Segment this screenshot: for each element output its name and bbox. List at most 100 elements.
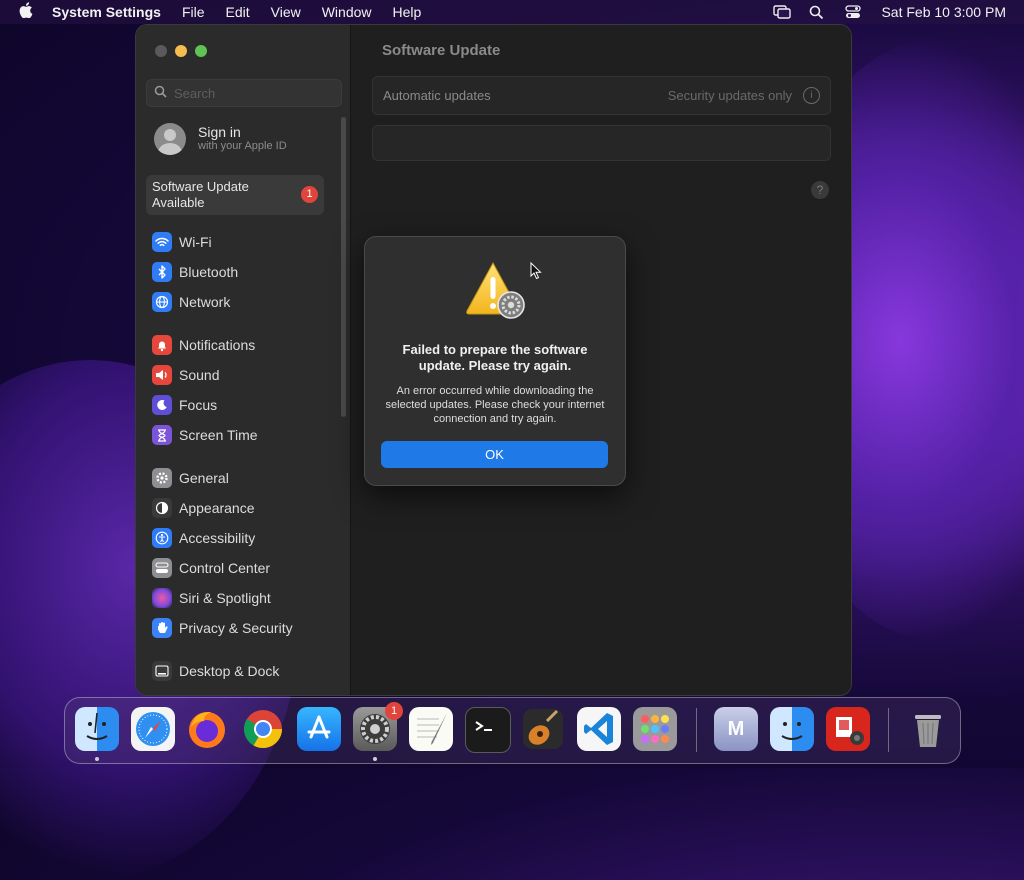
automatic-updates-row[interactable]: Automatic updates Security updates only … (372, 76, 831, 115)
sidebar-item-label: Siri & Spotlight (179, 590, 271, 606)
apple-id-signin[interactable]: Sign in with your Apple ID (154, 123, 344, 163)
photo-booth-dock-icon[interactable] (826, 707, 870, 751)
sidebar-item-siri-spotlight[interactable]: Siri & Spotlight (152, 587, 332, 609)
garageband-dock-icon[interactable] (521, 707, 565, 751)
warning-icon (463, 261, 527, 319)
dock: 1 M (64, 697, 961, 764)
mouse-cursor-icon (530, 261, 542, 285)
signin-subtitle: with your Apple ID (198, 140, 287, 152)
m-app-dock-icon[interactable]: M (714, 707, 758, 751)
firefox-dock-icon[interactable] (185, 707, 229, 751)
app-store-dock-icon[interactable] (297, 707, 341, 751)
sidebar-item-label: Accessibility (179, 530, 256, 546)
avatar (154, 123, 186, 155)
info-icon[interactable]: i (803, 87, 820, 104)
error-alert-dialog: Failed to prepare the software update. P… (364, 236, 626, 486)
sidebar-item-label: General (179, 470, 229, 486)
minimize-window-button[interactable] (175, 45, 187, 57)
sidebar-item-label: Bluetooth (179, 264, 239, 280)
running-indicator (373, 757, 377, 761)
update-status-panel (372, 125, 831, 161)
menu-edit[interactable]: Edit (226, 4, 250, 20)
finder-window-dock-icon[interactable] (770, 707, 814, 751)
sidebar-item-label: Appearance (179, 500, 255, 516)
sidebar-item-appearance[interactable]: Appearance (152, 497, 332, 519)
sidebar-item-bluetooth[interactable]: Bluetooth (152, 261, 332, 283)
signin-title: Sign in (198, 124, 241, 140)
sidebar-item-label: Control Center (179, 560, 271, 576)
close-window-button[interactable] (155, 45, 167, 57)
sidebar-item-software-update-available[interactable]: Software Update Available 1 (146, 175, 324, 215)
trash-dock-icon[interactable] (906, 707, 950, 751)
help-button[interactable]: ? (811, 181, 829, 199)
sidebar-item-notifications[interactable]: Notifications (152, 334, 332, 356)
page-title: Software Update (382, 42, 501, 59)
appearance-icon (152, 498, 172, 518)
dock-separator (888, 708, 889, 752)
apple-menu-icon[interactable] (18, 2, 34, 22)
menu-clock[interactable]: Sat Feb 10 3:00 PM (881, 4, 1006, 20)
sidebar-item-label: Network (179, 294, 231, 310)
sidebar-item-label: Desktop & Dock (179, 663, 280, 679)
sidebar-item-focus[interactable]: Focus (152, 394, 332, 416)
hand-icon (152, 618, 172, 638)
sidebar-scrollbar[interactable] (341, 117, 346, 417)
sidebar-item-accessibility[interactable]: Accessibility (152, 527, 332, 549)
hourglass-icon (152, 425, 172, 445)
m-app-letter: M (727, 718, 745, 740)
desktop-dock-icon (152, 661, 172, 681)
sidebar-item-label: Screen Time (179, 427, 258, 443)
textedit-dock-icon[interactable] (409, 707, 453, 751)
sidebar-item-label: Wi-Fi (179, 234, 212, 250)
sidebar-item-sound[interactable]: Sound (152, 364, 332, 386)
menu-window[interactable]: Window (322, 4, 372, 20)
sidebar-item-desktop-dock[interactable]: Desktop & Dock (152, 660, 332, 682)
alert-title: Failed to prepare the software update. P… (402, 342, 588, 373)
screen-mirroring-icon[interactable] (773, 5, 792, 19)
sidebar-item-label: Privacy & Security (179, 620, 293, 636)
sidebar-item-screen-time[interactable]: Screen Time (152, 424, 332, 446)
sidebar-item-wifi[interactable]: Wi-Fi (152, 231, 332, 253)
sidebar-item-general[interactable]: General (152, 467, 332, 489)
spotlight-search-icon[interactable] (809, 5, 825, 20)
automatic-updates-label: Automatic updates (383, 88, 491, 103)
vscode-dock-icon[interactable] (577, 707, 621, 751)
sidebar-item-network[interactable]: Network (152, 291, 332, 313)
settings-dock-badge: 1 (385, 702, 403, 720)
speaker-icon (152, 365, 172, 385)
sidebar-item-control-center[interactable]: Control Center (152, 557, 332, 579)
running-indicator (95, 757, 99, 761)
moon-icon (152, 395, 172, 415)
search-icon (154, 85, 167, 101)
sidebar-item-label: Notifications (179, 337, 256, 353)
terminal-dock-icon[interactable] (465, 707, 511, 753)
finder-dock-icon[interactable] (75, 707, 119, 751)
ok-button[interactable]: OK (381, 441, 608, 468)
sidebar-item-label: Focus (179, 397, 218, 413)
software-update-available-label: Software Update Available (152, 179, 249, 210)
menu-file[interactable]: File (182, 4, 205, 20)
notifications-bell-icon (152, 335, 172, 355)
gear-icon (152, 468, 172, 488)
alert-message: An error occurred while downloading the … (385, 385, 605, 425)
maximize-window-button[interactable] (195, 45, 207, 57)
search-placeholder: Search (174, 86, 216, 101)
safari-dock-icon[interactable] (131, 707, 175, 751)
sidebar-item-privacy-security[interactable]: Privacy & Security (152, 617, 332, 639)
control-center-toggles-icon (152, 558, 172, 578)
wifi-icon (152, 232, 172, 252)
sidebar-item-label: Sound (179, 367, 220, 383)
launchpad-dock-icon[interactable] (633, 707, 677, 751)
menu-bar: System Settings File Edit View Window He… (0, 0, 1024, 24)
menu-app-name[interactable]: System Settings (52, 4, 161, 20)
sidebar-search-field[interactable]: Search (146, 79, 342, 107)
chrome-dock-icon[interactable] (241, 707, 285, 751)
control-center-icon[interactable] (845, 5, 862, 19)
automatic-updates-value: Security updates only (667, 88, 792, 103)
update-count-badge: 1 (301, 186, 318, 203)
accessibility-icon (152, 528, 172, 548)
menu-view[interactable]: View (271, 4, 301, 20)
menu-help[interactable]: Help (393, 4, 422, 20)
network-globe-icon (152, 292, 172, 312)
sidebar: Search Sign in with your Apple ID Softwa… (136, 25, 351, 695)
